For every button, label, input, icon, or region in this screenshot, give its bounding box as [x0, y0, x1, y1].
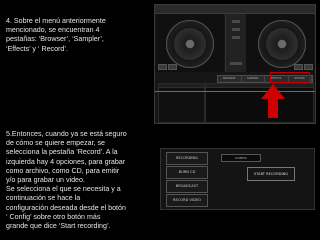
left-play-button[interactable] — [158, 64, 167, 70]
record-video-option-button[interactable]: RECORD VIDEO — [166, 194, 208, 207]
dj-app-screenshot: BROWSER SAMPLER EFFECTS RECORD — [154, 4, 316, 124]
tab-highlight-box — [270, 72, 310, 83]
file-list-panel[interactable] — [205, 83, 314, 123]
right-play-button[interactable] — [294, 64, 303, 70]
tab-sampler[interactable]: SAMPLER — [242, 76, 265, 82]
mixer-control[interactable] — [232, 36, 240, 39]
app-titlebar — [155, 5, 315, 14]
left-deck — [156, 14, 224, 72]
right-turntable[interactable] — [258, 20, 306, 68]
arrow-shaft — [268, 98, 278, 118]
left-cue-button[interactable] — [168, 64, 177, 70]
left-turntable[interactable] — [166, 20, 214, 68]
folder-tree-header — [159, 84, 204, 88]
crossfader[interactable] — [230, 62, 242, 65]
mixer — [225, 14, 247, 72]
mixer-control[interactable] — [232, 20, 240, 23]
mixer-control[interactable] — [232, 28, 240, 31]
burn-cd-option-button[interactable]: BURN CD — [166, 166, 208, 179]
caption-step-5: 5.Entonces, cuando ya se está seguro de … — [6, 130, 127, 231]
caption-step-4: 4. Sobre el menú anteriormente mencionad… — [6, 17, 106, 53]
right-cue-button[interactable] — [304, 64, 313, 70]
right-deck — [246, 14, 314, 72]
arrow-up-icon — [261, 84, 285, 99]
recording-option-button[interactable]: RECORDING — [166, 152, 208, 165]
broadcast-option-button[interactable]: BROADCAST — [166, 180, 208, 193]
tab-browser[interactable]: BROWSER — [218, 76, 242, 82]
config-button[interactable]: CONFIG — [221, 154, 261, 162]
folder-tree-panel[interactable] — [158, 83, 205, 123]
start-recording-button[interactable]: START RECORDING — [247, 167, 295, 181]
file-list-header — [206, 84, 313, 88]
panel-divider — [155, 91, 315, 92]
record-panel-screenshot: RECORDING BURN CD BROADCAST RECORD VIDEO… — [160, 148, 315, 210]
